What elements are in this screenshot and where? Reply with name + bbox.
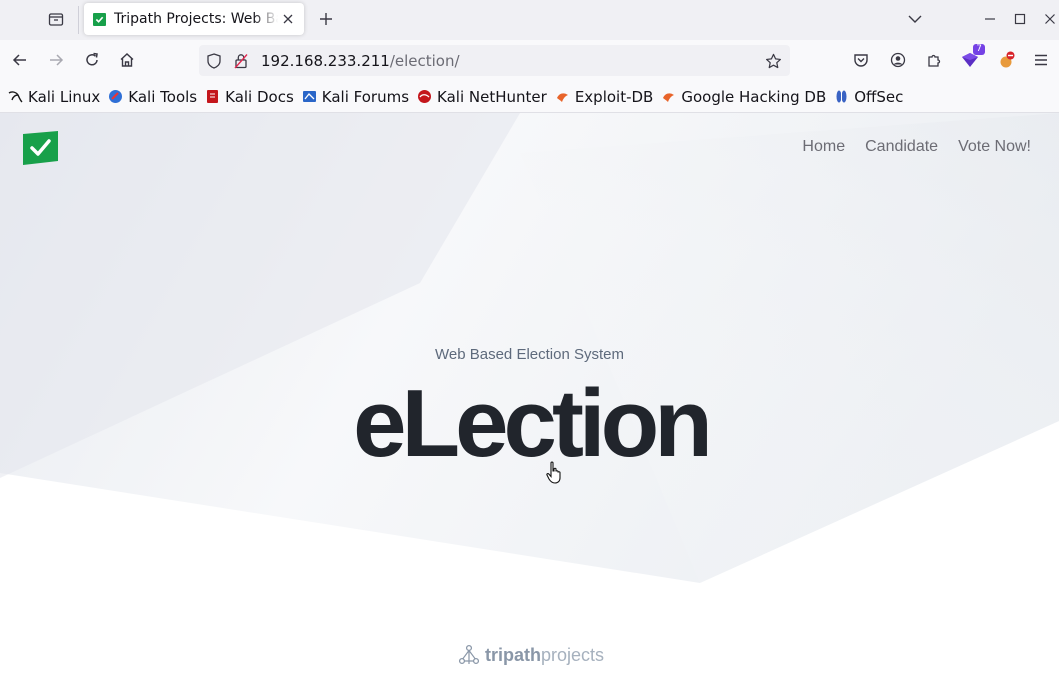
url-path: /election/ [389, 52, 460, 70]
nav-candidate-link[interactable]: Candidate [865, 138, 938, 156]
bookmarks-toolbar: Kali Linux Kali Tools Kali Docs Kali For… [0, 81, 1059, 113]
site-navigation: Home Candidate Vote Now! [782, 138, 1031, 156]
bookmark-star-icon[interactable] [764, 52, 782, 70]
close-window-icon[interactable] [1039, 8, 1059, 30]
site-logo-icon[interactable] [23, 131, 58, 165]
hero-subtitle: Web Based Election System [435, 346, 624, 363]
bookmark-label: Kali Tools [128, 87, 198, 106]
bookmark-google-hacking-db[interactable]: Google Hacking DB [661, 88, 826, 106]
bookmark-exploit-db[interactable]: Exploit-DB [555, 87, 654, 106]
extension-shield-icon[interactable]: 7 [958, 44, 985, 72]
nethunter-icon [417, 89, 432, 104]
bookmark-kali-forums[interactable]: Kali Forums [302, 88, 409, 106]
footer-brand-tripath: tripath [485, 644, 541, 665]
footer-brand: tripath projects [457, 644, 604, 666]
tripath-logo-icon [458, 644, 480, 665]
exploit-db-icon [555, 89, 570, 104]
insecure-lock-icon[interactable] [232, 52, 250, 70]
offsec-icon [834, 89, 849, 104]
tab-separator [78, 6, 79, 34]
url-text[interactable]: 192.168.233.211/election/ [261, 52, 460, 70]
browser-tab[interactable]: Tripath Projects: Web Based Election Sys… [84, 3, 304, 35]
address-bar[interactable]: 192.168.233.211/election/ [199, 45, 790, 76]
bookmark-kali-nethunter[interactable]: Kali NetHunter [417, 88, 547, 106]
bookmark-label: Google Hacking DB [681, 87, 827, 106]
ghdb-icon [661, 89, 676, 104]
bookmark-offsec[interactable]: OffSec [834, 88, 903, 106]
back-icon[interactable] [8, 48, 32, 72]
bookmark-label: Kali Docs [225, 87, 294, 106]
home-icon[interactable] [115, 48, 139, 72]
new-tab-icon[interactable] [315, 8, 337, 30]
election-favicon-icon [93, 12, 106, 26]
account-icon[interactable] [886, 48, 910, 72]
hand-cursor-icon [546, 461, 564, 485]
bookmark-label: Exploit-DB [574, 87, 654, 106]
web-page: Home Candidate Vote Now! Web Based Elect… [0, 113, 1059, 698]
url-host: 192.168.233.211 [261, 52, 390, 70]
bookmark-label: Kali Linux [28, 87, 101, 106]
reload-icon[interactable] [80, 48, 104, 72]
close-tab-icon[interactable] [280, 11, 296, 27]
foxyproxy-icon[interactable] [994, 48, 1018, 72]
extension-badge-count: 7 [973, 44, 985, 55]
kali-tools-icon [108, 89, 123, 104]
tab-bar: Tripath Projects: Web Based Election Sys… [0, 0, 1059, 40]
nav-vote-now-link[interactable]: Vote Now! [958, 138, 1031, 156]
bookmark-kali-docs[interactable]: Kali Docs [205, 88, 294, 106]
kali-forums-icon [302, 89, 317, 104]
bookmark-label: Kali NetHunter [437, 87, 547, 106]
maximize-icon[interactable] [1009, 8, 1031, 30]
kali-dragon-icon [8, 89, 23, 104]
bookmark-label: Kali Forums [321, 87, 410, 106]
tab-title: Tripath Projects: Web Based Election Sys… [114, 11, 278, 27]
pocket-icon[interactable] [849, 48, 873, 72]
minimize-icon[interactable] [979, 8, 1001, 30]
forward-icon[interactable] [44, 48, 68, 72]
bookmark-label: OffSec [854, 87, 904, 106]
tracking-protection-shield-icon[interactable] [205, 52, 223, 70]
hero-title: eLection [353, 370, 713, 477]
navigation-toolbar: 192.168.233.211/election/ 7 [0, 40, 1059, 81]
kali-docs-icon [205, 89, 220, 104]
bookmark-kali-tools[interactable]: Kali Tools [108, 88, 197, 106]
extensions-puzzle-icon[interactable] [922, 48, 946, 72]
list-all-tabs-icon[interactable] [904, 8, 926, 30]
firefox-view-icon[interactable] [44, 8, 68, 30]
nav-home-link[interactable]: Home [802, 138, 845, 156]
footer-brand-projects: projects [541, 644, 605, 665]
bookmark-kali-linux[interactable]: Kali Linux [8, 88, 100, 106]
app-menu-icon[interactable] [1029, 48, 1053, 72]
